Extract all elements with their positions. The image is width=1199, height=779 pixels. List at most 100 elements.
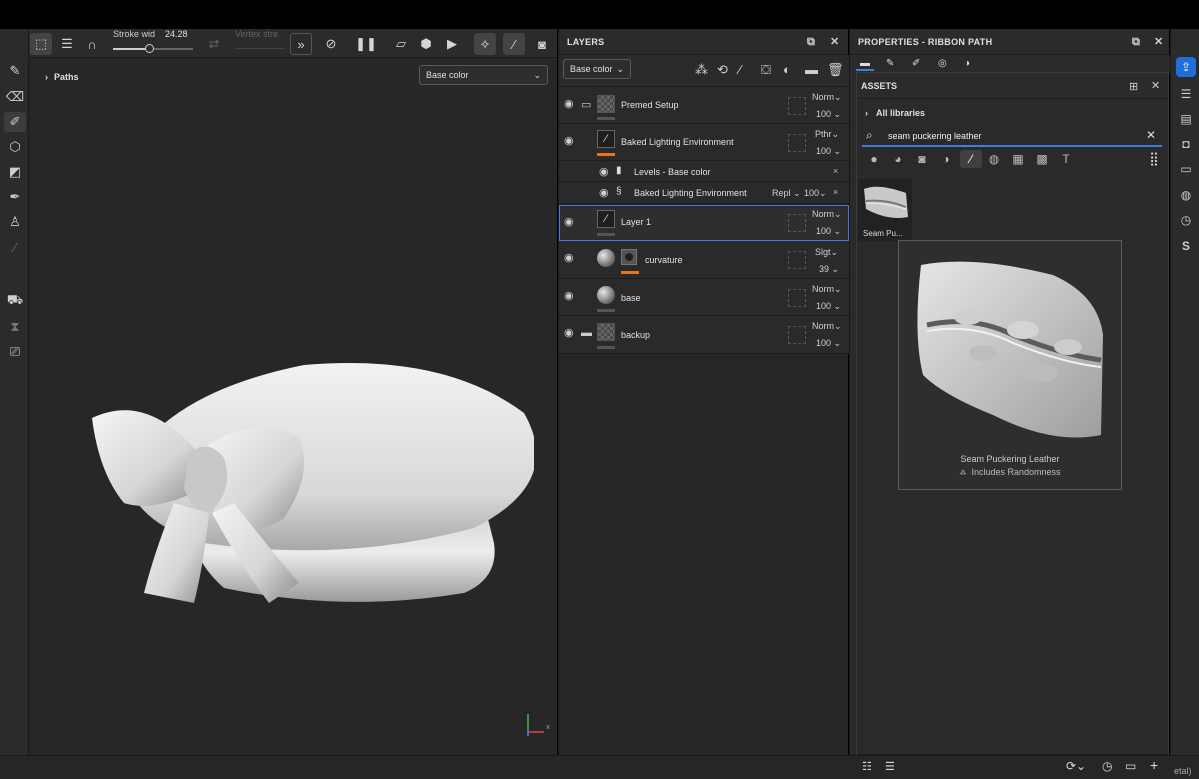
swap-icon[interactable]: ⇄ <box>203 33 225 55</box>
display-settings-icon[interactable]: ◘ <box>1176 134 1196 154</box>
selection-icon[interactable]: ⬚ <box>30 33 52 55</box>
view-frame-icon[interactable]: ▱ <box>390 33 412 55</box>
3d-viewport[interactable]: › Paths Base color ⌄ x <box>29 58 557 755</box>
bake-icon[interactable]: ⛟ <box>4 291 26 311</box>
smudge-icon[interactable]: ✒ <box>4 187 26 207</box>
layer-row[interactable]: ◉ ⁄ Baked Lighting Environment Pthr⌄ 100… <box>559 124 849 161</box>
tab-material-icon[interactable]: ◑ <box>964 58 970 69</box>
tab-alpha-icon[interactable]: ✐ <box>912 58 920 69</box>
vertex-strength-slider[interactable] <box>235 48 285 49</box>
filter-grid-textures-icon[interactable]: ▦ <box>1009 150 1027 168</box>
history-icon[interactable]: ◷ <box>1176 210 1196 230</box>
substance-logo-icon[interactable]: S <box>1176 236 1196 256</box>
opacity-dropdown[interactable]: 100 ⌄ <box>816 338 841 349</box>
color-picker-icon[interactable]: ⁄ <box>4 237 26 257</box>
popout-icon[interactable]: ⧉ <box>807 36 815 49</box>
eye-icon[interactable]: ◉ <box>564 328 578 339</box>
close-icon[interactable]: ✕ <box>830 35 840 48</box>
eraser-icon[interactable]: ⌫ <box>4 87 26 107</box>
path-tool-icon[interactable]: ✐ <box>4 112 26 132</box>
shader-icon[interactable]: ◍ <box>1176 185 1196 205</box>
popout-icon[interactable]: ⧉ <box>1132 36 1140 49</box>
screenshot-camera-icon[interactable]: ◙ <box>531 33 553 55</box>
spray-icon[interactable]: ⟡ <box>474 33 496 55</box>
layer-row[interactable]: ◉ curvature Slgt⌄ 39 ⌄ <box>559 241 849 279</box>
camera-video-icon[interactable]: ▶ <box>441 33 463 55</box>
opacity-dropdown[interactable]: 100 ⌄ <box>816 301 841 312</box>
eye-icon[interactable]: ◉ <box>564 253 578 264</box>
close-icon[interactable]: × <box>833 166 838 176</box>
opacity-dropdown[interactable]: 39 ⌄ <box>819 264 839 275</box>
blend-mode-dropdown[interactable]: Pthr⌄ <box>815 129 839 140</box>
trash-icon[interactable]: 🗑 <box>827 62 844 78</box>
layer-row[interactable]: ◉ base Norm⌄ 100 ⌄ <box>559 279 849 316</box>
eye-icon[interactable]: ◉ <box>564 136 578 147</box>
blend-mode-dropdown[interactable]: Norm⌄ <box>812 284 842 295</box>
settings-sliders-icon[interactable]: ☰ <box>56 33 78 55</box>
asset-search-field[interactable]: ⌕ seam puckering leather ✕ <box>862 125 1162 147</box>
filter-environments-icon[interactable]: ▩ <box>1033 150 1051 168</box>
paint-brush-icon[interactable]: ✎ <box>4 61 26 81</box>
filter-text-icon[interactable]: T <box>1057 150 1075 168</box>
new-folder-icon[interactable]: ▭ <box>1125 759 1136 773</box>
sync-icon[interactable]: ⟳⌄ <box>1066 759 1086 773</box>
polygon-fill-icon[interactable]: ◩ <box>4 162 26 182</box>
brush-mode-icon[interactable]: ⁄ <box>503 33 525 55</box>
opacity-dropdown[interactable]: 100 ⌄ <box>816 226 841 237</box>
export-icon[interactable]: ⇪ <box>1176 57 1196 77</box>
eye-icon[interactable]: ◉ <box>564 99 578 110</box>
filter-textures-icon[interactable]: ◍ <box>985 150 1003 168</box>
material-picker-icon[interactable]: ⎚ <box>4 342 26 362</box>
all-libraries-expander[interactable]: › All libraries <box>865 108 925 118</box>
filter-generators-icon[interactable]: ◑ <box>937 150 955 168</box>
stroke-width-slider[interactable] <box>113 44 193 53</box>
tab-brush-icon[interactable]: ✎ <box>886 58 894 69</box>
close-icon[interactable]: ✕ <box>1151 79 1160 92</box>
close-icon[interactable]: × <box>833 187 838 197</box>
pause-icon[interactable]: ❚❚ <box>355 33 377 55</box>
layer-row[interactable]: ◉ ▭ Premed Setup Norm⌄ 100 ⌄ <box>559 87 849 124</box>
magnet-icon[interactable]: ∩ <box>81 33 103 55</box>
history-icon[interactable]: ◷ <box>1102 759 1112 773</box>
hide-selection-icon[interactable]: ⊘ <box>320 33 342 55</box>
cube-icon[interactable]: ⬢ <box>415 33 437 55</box>
eye-icon[interactable]: ◉ <box>599 188 613 199</box>
tab-stencil-icon[interactable]: ◎ <box>938 58 947 69</box>
effect-row[interactable]: ◉ ▮ Levels - Base color × <box>559 161 849 182</box>
filter-brushes-icon[interactable]: ⁄ <box>960 150 982 168</box>
clone-stamp-icon[interactable]: ♙ <box>4 212 26 232</box>
hourglass-icon[interactable]: ⧗ <box>4 317 26 337</box>
opacity-dropdown[interactable]: 100 ⌄ <box>816 109 841 120</box>
add-icon[interactable]: + <box>1150 757 1158 773</box>
eye-icon[interactable]: ◉ <box>564 291 578 302</box>
opacity-dropdown[interactable]: 100⌄ <box>804 188 827 199</box>
clear-search-icon[interactable]: ✕ <box>1146 128 1156 142</box>
blend-mode-dropdown[interactable]: Norm⌄ <box>812 209 842 220</box>
grid-view-icon[interactable]: ⣿ <box>1145 150 1163 168</box>
expand-chevrons-icon[interactable]: » <box>290 33 312 55</box>
texture-set-icon[interactable]: ▤ <box>1176 109 1196 129</box>
layers-stack-icon[interactable]: ☰ <box>1176 84 1196 104</box>
magic-wand-icon[interactable]: ⁂ <box>695 62 708 78</box>
eye-icon[interactable]: ◉ <box>564 217 578 228</box>
layers-channel-dropdown[interactable]: Base color ⌄ <box>563 59 631 79</box>
add-effect-icon[interactable]: ⟲ <box>717 62 728 78</box>
paths-expander[interactable]: › Paths <box>45 72 79 82</box>
viewport-channel-dropdown[interactable]: Base color ⌄ <box>419 65 548 85</box>
filter-materials-icon[interactable]: ● <box>865 150 883 168</box>
add-mask-icon[interactable]: ◐ <box>783 62 791 77</box>
filter-smart-materials-icon[interactable]: ◕ <box>889 150 907 168</box>
stroke-width-value[interactable]: 24.28 <box>165 29 188 39</box>
effect-row[interactable]: ◉ § Baked Lighting Environment Repl ⌄ 10… <box>559 182 849 204</box>
layer-row[interactable]: ◉ ▬ backup Norm⌄ 100 ⌄ <box>559 316 849 354</box>
projection-icon[interactable]: ⬡ <box>4 137 26 157</box>
popout-icon[interactable]: ⊞ <box>1129 80 1138 93</box>
filter-smart-masks-icon[interactable]: ◙ <box>913 150 931 168</box>
opacity-dropdown[interactable]: 100 ⌄ <box>816 146 841 157</box>
blend-mode-dropdown[interactable]: Norm⌄ <box>812 321 842 332</box>
sort-icon[interactable]: ☰ <box>885 760 895 773</box>
tab-general-icon[interactable]: ▬ <box>856 58 874 71</box>
layer-row-selected[interactable]: ◉ ⁄ Layer 1 Norm⌄ 100 ⌄ <box>559 205 849 241</box>
folder-icon[interactable]: ▬ <box>805 62 818 77</box>
search-input[interactable]: seam puckering leather <box>888 131 982 141</box>
